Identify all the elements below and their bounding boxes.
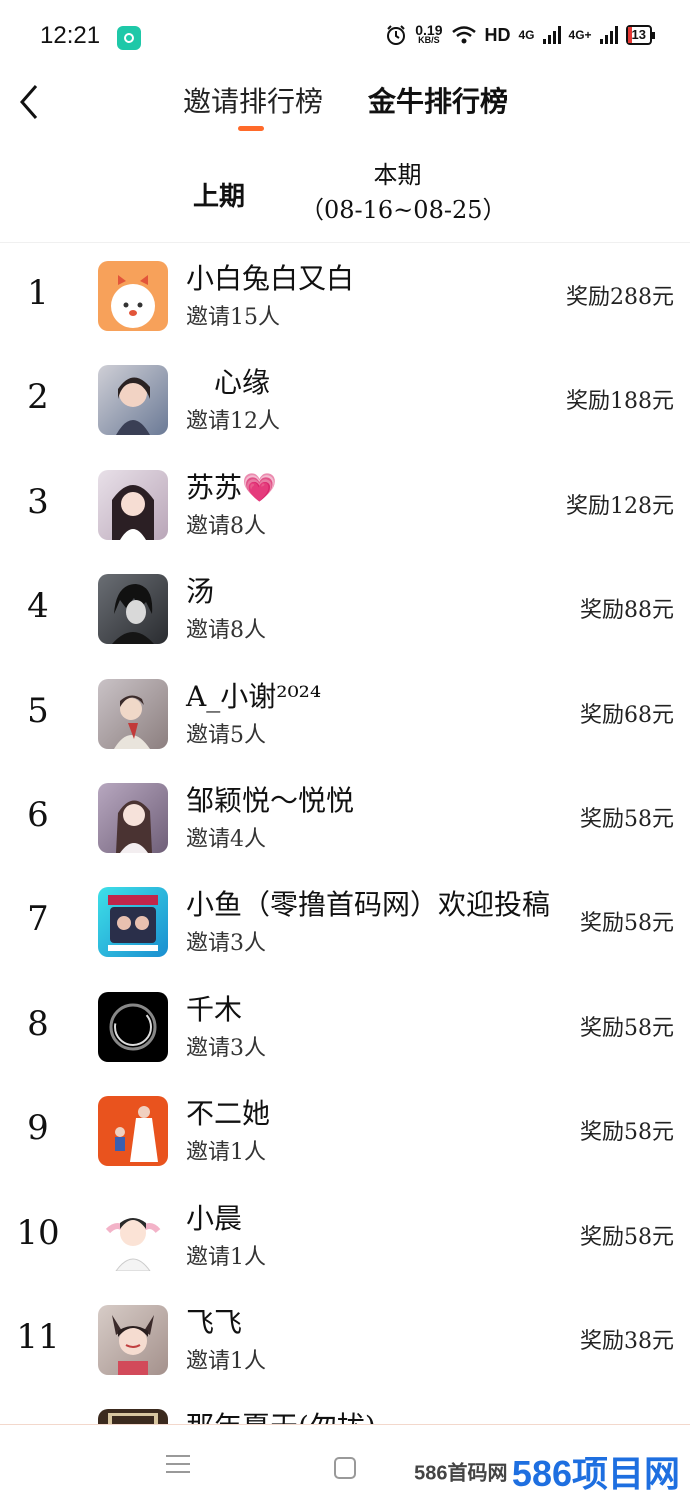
active-tab-indicator: [238, 126, 264, 131]
avatar: [98, 678, 168, 749]
invite-count: 邀请3人: [186, 1035, 266, 1061]
user-name: 飞飞: [186, 1305, 243, 1339]
rank-number: 10: [16, 1212, 60, 1253]
list-item[interactable]: 11 飞飞 邀请1人 奖励38元: [0, 1287, 690, 1391]
avatar: [98, 261, 168, 331]
status-icons: 0.19 KB/S HD 4G 4G+ 13: [385, 22, 656, 46]
reward-amount: 奖励58元: [580, 1015, 674, 1041]
tab-golden-bull-rank[interactable]: 金牛排行榜: [368, 80, 508, 120]
avatar: [98, 574, 168, 645]
battery-icon: 13: [625, 25, 656, 45]
user-name: 小晨: [186, 1201, 243, 1235]
invite-count: 邀请12人: [186, 409, 280, 435]
rank-number: 5: [27, 690, 49, 731]
invite-count: 邀请8人: [186, 513, 266, 539]
invite-count: 邀请4人: [186, 826, 266, 852]
list-item[interactable]: 7 小鱼（零撸首码网）欢迎投稿 邀请3人 奖励58元: [0, 869, 690, 973]
rank-number: 4: [27, 586, 49, 627]
reward-amount: 奖励38元: [580, 1328, 674, 1354]
watermark-small-text: 586首码网: [414, 1462, 508, 1485]
list-item[interactable]: 1 小白兔白又白 邀请15人 奖励288元: [0, 243, 690, 347]
back-arrow-icon[interactable]: [14, 82, 48, 122]
invite-count: 邀请1人: [186, 1140, 266, 1166]
rank-number: 3: [27, 481, 49, 522]
battery-level: 13: [631, 27, 646, 42]
invite-count: 邀请15人: [186, 305, 280, 330]
header: 邀请排行榜 金牛排行榜: [0, 72, 690, 142]
user-name: 邹颖悦～悦悦: [186, 783, 355, 817]
signal-1-label: 4G: [518, 28, 535, 42]
network-speed: 0.19 KB/S: [415, 22, 443, 45]
reward-amount: 奖励58元: [580, 911, 674, 937]
period-selector: 上期 本期 （08-16~08-25）: [0, 148, 690, 238]
signal-2-label: 4G+: [568, 28, 592, 42]
reward-amount: 奖励58元: [580, 1120, 674, 1146]
user-name: A_小谢²⁰²⁴: [186, 679, 322, 713]
net-speed-unit: KB/S: [418, 35, 440, 45]
reward-amount: 奖励88元: [580, 598, 674, 624]
current-period-tab[interactable]: 本期 （08-16~08-25）: [300, 158, 507, 228]
reward-amount: 奖励58元: [580, 1224, 674, 1250]
rank-number: 8: [27, 1003, 49, 1044]
list-item[interactable]: 2 心缘 邀请12人 奖励188元: [0, 347, 690, 451]
reward-amount: 奖励68元: [580, 702, 674, 728]
rank-number: 11: [16, 1316, 60, 1357]
ranking-list: 1 小白兔白又白 邀请15人 奖励288元 2 心缘 邀请12人 奖励188元 …: [0, 243, 690, 1496]
list-item[interactable]: 9 不二她 邀请1人 奖励58元: [0, 1078, 690, 1182]
signal-bars-icon: [542, 26, 561, 44]
avatar: [98, 1096, 168, 1167]
user-name: 小白兔白又白: [186, 262, 355, 295]
alarm-icon: [387, 25, 406, 45]
reward-amount: 奖励288元: [566, 285, 674, 310]
user-name: 小鱼（零撸首码网）欢迎投稿: [186, 888, 551, 922]
invite-count: 邀请1人: [186, 1244, 266, 1270]
rank-number: 6: [27, 794, 49, 835]
user-name: 汤: [186, 575, 215, 609]
avatar: [98, 782, 168, 853]
avatar: [98, 1200, 168, 1271]
user-name: 不二她: [186, 1097, 271, 1131]
list-item[interactable]: 8 千木 邀请3人 奖励58元: [0, 974, 690, 1078]
user-name: 千木: [186, 992, 243, 1026]
clock: 12:21: [40, 22, 101, 49]
reward-amount: 奖励128元: [566, 493, 674, 519]
wifi-icon: [451, 26, 476, 44]
rank-number: 7: [27, 899, 49, 940]
reward-amount: 奖励58元: [580, 806, 674, 832]
rank-number: 1: [27, 273, 49, 313]
avatar: [98, 991, 168, 1062]
user-name: 苏苏💗: [186, 470, 277, 504]
reward-amount: 奖励188元: [566, 389, 674, 415]
current-period-range: （08-16~08-25）: [300, 196, 507, 224]
invite-count: 邀请5人: [186, 722, 266, 748]
invite-count: 邀请3人: [186, 931, 266, 957]
watermark: 586首码网 586项目网: [414, 1445, 680, 1497]
recent-apps-icon[interactable]: [166, 1455, 190, 1473]
hd-indicator: HD: [484, 24, 511, 45]
avatar: [98, 365, 168, 436]
user-name: 心缘: [186, 366, 271, 400]
avatar: [98, 469, 168, 540]
watermark-big-text: 586项目网: [511, 1453, 680, 1494]
list-item[interactable]: 6 邹颖悦～悦悦 邀请4人 奖励58元: [0, 765, 690, 869]
previous-period-tab[interactable]: 上期: [193, 176, 245, 213]
home-icon[interactable]: [334, 1457, 356, 1479]
status-bar: 12:21 0.19 KB/S HD 4G 4G+ 13: [0, 0, 690, 72]
system-navigation-bar: 586首码网 586项目网: [0, 1424, 690, 1494]
list-item[interactable]: 3 苏苏💗 邀请8人 奖励128元: [0, 452, 690, 556]
list-item[interactable]: 10 小晨 邀请1人 奖励58元: [0, 1183, 690, 1287]
rank-number: 2: [27, 377, 49, 418]
signal-bars-icon-2: [599, 26, 618, 44]
list-item[interactable]: 5 A_小谢²⁰²⁴ 邀请5人 奖励68元: [0, 661, 690, 765]
current-period-label: 本期: [373, 161, 422, 189]
invite-count: 邀请1人: [186, 1348, 266, 1374]
list-item[interactable]: 4 汤 邀请8人 奖励88元: [0, 556, 690, 660]
net-speed-value: 0.19: [415, 22, 443, 38]
invite-count: 邀请8人: [186, 618, 266, 644]
rank-number: 9: [27, 1108, 49, 1149]
app-notification-icon: [117, 26, 141, 50]
avatar: [98, 1304, 168, 1375]
tab-invite-rank[interactable]: 邀请排行榜: [183, 80, 323, 120]
avatar: [98, 887, 168, 958]
